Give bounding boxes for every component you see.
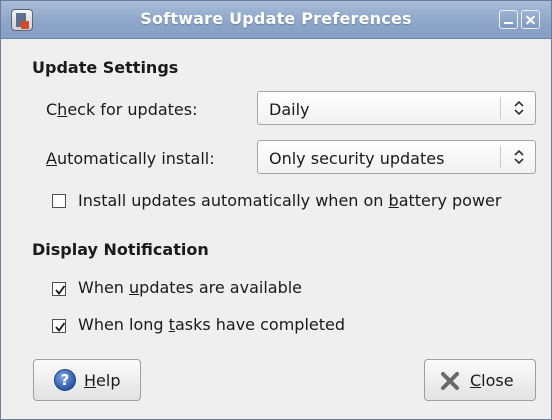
close-button[interactable]: Close [424, 359, 536, 401]
tasks-completed-label[interactable]: When long tasks have completed [78, 315, 345, 334]
close-button-label: Close [470, 371, 514, 390]
updates-available-checkbox[interactable] [52, 282, 66, 296]
checkmark-icon [55, 285, 66, 295]
up-down-arrows-icon [514, 100, 524, 116]
preferences-window: Software Update Preferences Update Setti… [0, 0, 552, 420]
window-close-button[interactable] [521, 10, 540, 29]
check-frequency-value: Daily [269, 100, 310, 119]
update-settings-heading: Update Settings [32, 58, 179, 77]
check-frequency-select[interactable]: Daily [257, 91, 536, 125]
window-title: Software Update Preferences [140, 9, 412, 28]
up-down-arrows-icon [514, 149, 524, 165]
checkmark-icon [55, 322, 66, 332]
minimize-button[interactable] [499, 10, 518, 29]
help-button-label: Help [84, 371, 121, 390]
close-icon [441, 372, 459, 390]
check-for-updates-label: Check for updates: [46, 100, 198, 119]
automatically-install-label: Automatically install: [46, 149, 215, 168]
help-button[interactable]: ? Help [33, 359, 141, 401]
title-bar[interactable]: Software Update Preferences [1, 1, 551, 39]
auto-install-value: Only security updates [269, 149, 445, 168]
display-notification-heading: Display Notification [32, 240, 209, 259]
tasks-completed-checkbox[interactable] [52, 319, 66, 333]
help-icon: ? [54, 369, 76, 391]
updates-available-label[interactable]: When updates are available [78, 278, 302, 297]
auto-install-select[interactable]: Only security updates [257, 140, 536, 174]
battery-install-checkbox[interactable] [52, 194, 66, 208]
battery-install-label[interactable]: Install updates automatically when on ba… [78, 191, 501, 210]
